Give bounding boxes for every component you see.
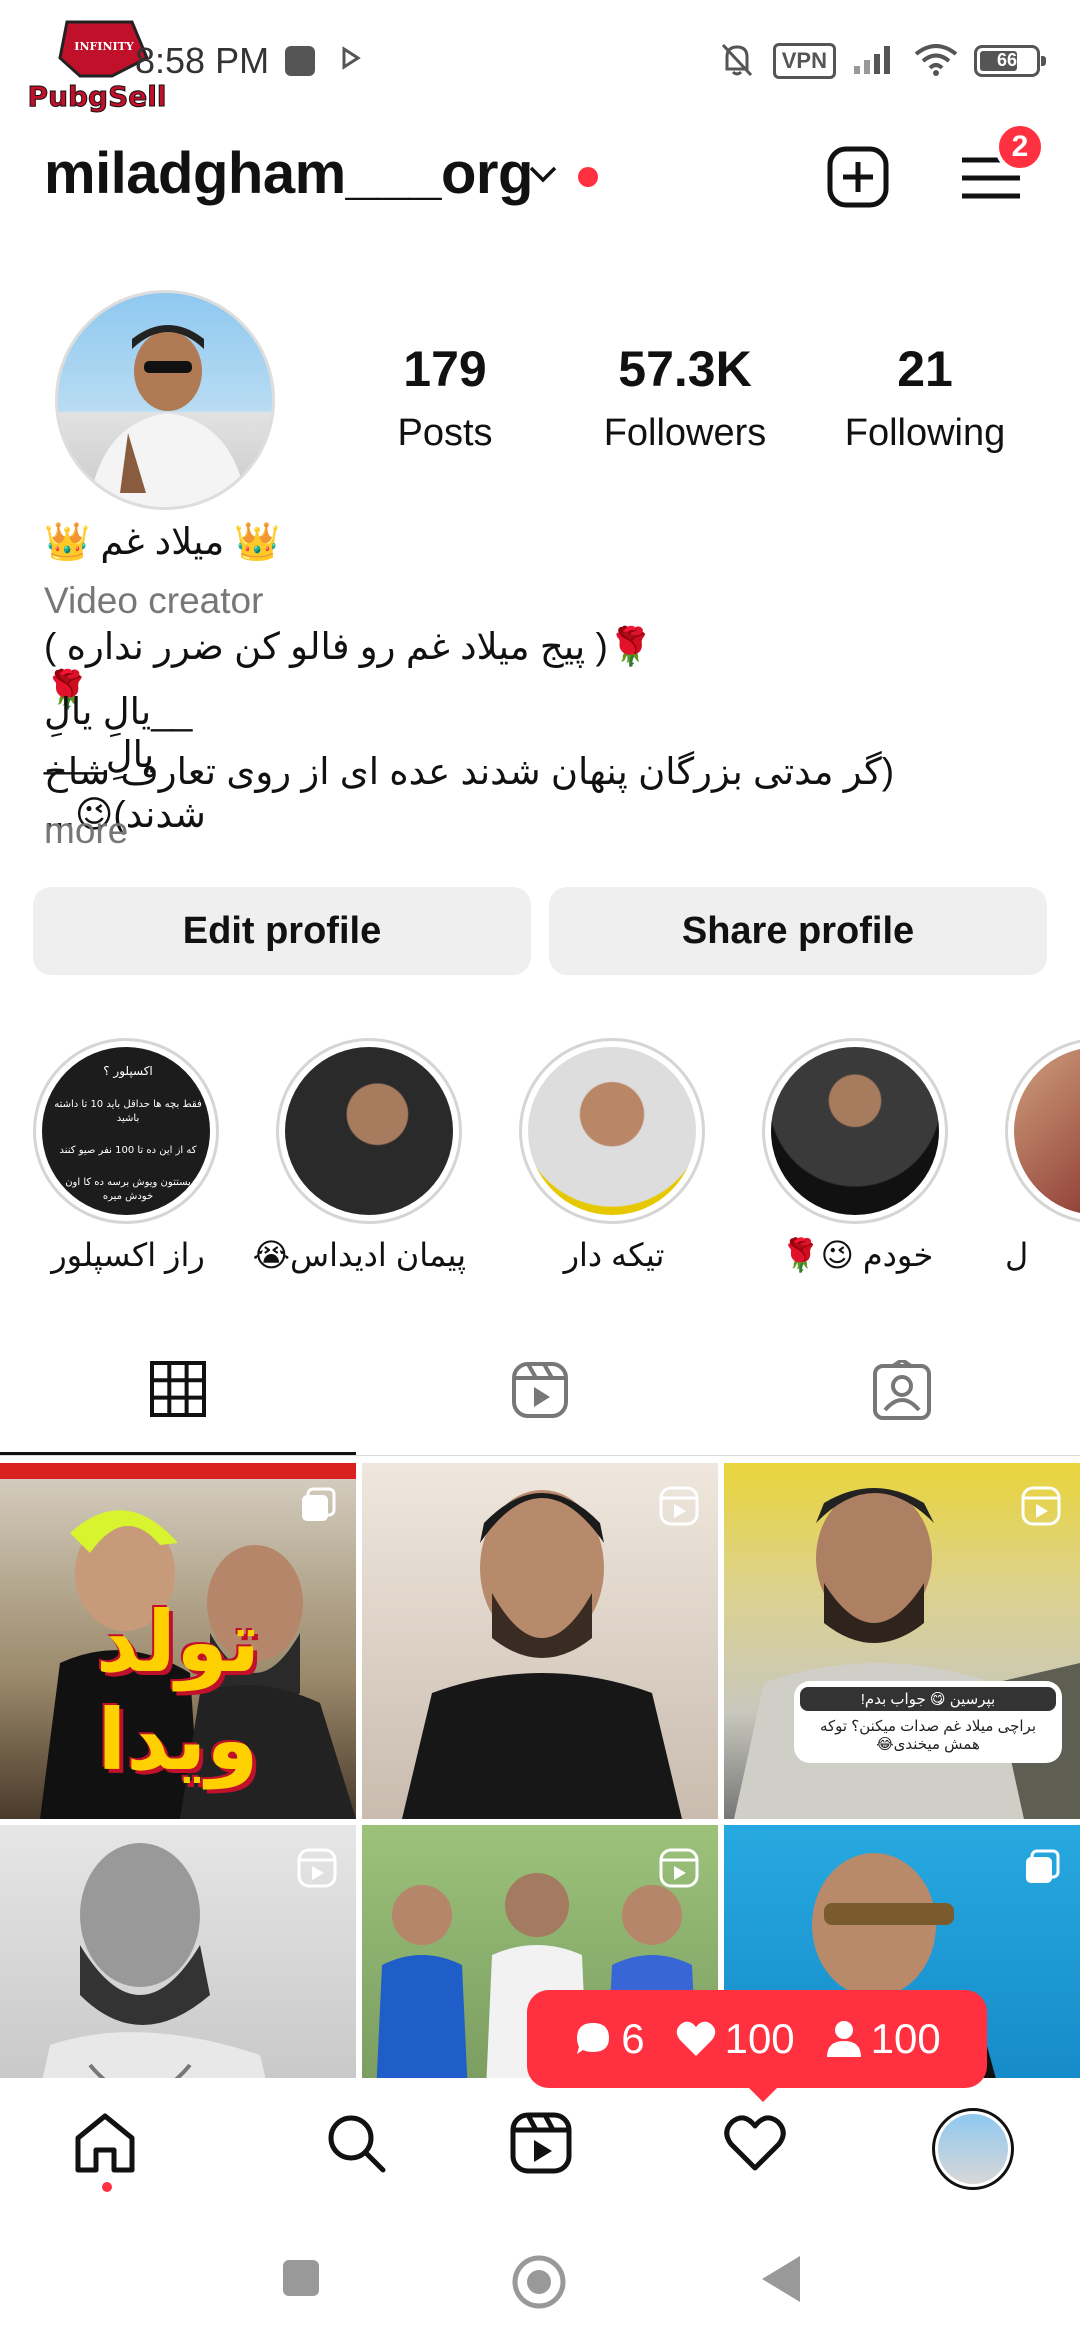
signal-icon xyxy=(852,42,898,81)
search-icon xyxy=(328,2115,386,2173)
question-sticker: بپرسین 😋 جواب بدم! براچی میلاد غم صدات م… xyxy=(794,1681,1062,1763)
comment-icon xyxy=(577,2023,610,2054)
recents-button[interactable] xyxy=(281,2258,321,2303)
reel-icon xyxy=(1020,1485,1062,1532)
battery-icon: 66 xyxy=(974,45,1046,77)
unread-dot xyxy=(578,167,598,187)
highlight-caption: تیکه دار xyxy=(563,1237,665,1273)
highlight-caption: پیمان ادیداس😭 xyxy=(252,1237,466,1273)
svg-text:اکسپلور ؟: اکسپلور ؟ xyxy=(103,1064,153,1079)
plus-square-icon xyxy=(827,146,889,208)
reel-icon xyxy=(658,1847,700,1894)
question-header: بپرسین 😋 جواب بدم! xyxy=(800,1687,1056,1711)
highlight-caption: خودم 😉🌹 xyxy=(780,1237,934,1273)
nav-activity[interactable] xyxy=(722,2110,788,2181)
more-link[interactable]: more xyxy=(44,810,1044,852)
back-button[interactable] xyxy=(758,2254,804,2309)
question-text: براچی میلاد غم صدات میکنن؟ توکه همش میخن… xyxy=(819,1718,1036,1753)
person-icon xyxy=(826,2021,861,2057)
highlight-item[interactable]: ل xyxy=(1005,1038,1080,1274)
system-navigation-bar xyxy=(0,2220,1080,2340)
tab-posts-grid[interactable] xyxy=(123,1360,233,1420)
svg-text:خودش میره: خودش میره xyxy=(103,1191,153,1202)
stat-posts[interactable]: 179 Posts xyxy=(330,340,560,455)
followers-label: Followers xyxy=(603,412,767,454)
svg-text:که از این ده تا 100 نفر صیو کن: که از این ده تا 100 نفر صیو کنند xyxy=(59,1145,196,1156)
nav-reels[interactable] xyxy=(508,2110,574,2181)
notification-badge: 2 xyxy=(995,122,1045,172)
heart-icon xyxy=(676,2021,715,2056)
likes-activity: 100 xyxy=(675,2015,795,2063)
avatar xyxy=(938,2114,1008,2184)
highlight-cover xyxy=(285,1047,453,1215)
highlight-cover: اکسپلور ؟ فقط بچه ها حداقل باید 10 تا دا… xyxy=(42,1047,210,1215)
multi-post-icon xyxy=(298,1485,338,1530)
play-store-icon xyxy=(340,46,362,75)
heart-icon xyxy=(724,2115,786,2171)
wifi-icon xyxy=(914,42,958,81)
home-button[interactable] xyxy=(511,2254,567,2315)
followers-count: 57.3K xyxy=(618,341,752,397)
posts-count: 179 xyxy=(403,341,487,397)
notification-square-icon xyxy=(285,46,315,76)
create-post-button[interactable] xyxy=(826,145,890,214)
status-time: 8:58 PM xyxy=(135,40,270,81)
highlight-cover xyxy=(771,1047,939,1215)
comments-activity: 6 xyxy=(573,2015,645,2063)
highlight-cover xyxy=(1014,1047,1080,1215)
following-count: 21 xyxy=(897,341,953,397)
grid-post[interactable] xyxy=(362,1463,718,1819)
reel-icon xyxy=(658,1485,700,1532)
grid-post[interactable]: بپرسین 😋 جواب بدم! براچی میلاد غم صدات م… xyxy=(724,1463,1080,1819)
svg-text:پستتون ویوش برسه ده کا اون: پستتون ویوش برسه ده کا اون xyxy=(65,1177,191,1188)
reels-icon xyxy=(510,2112,572,2174)
grid-icon xyxy=(150,1361,206,1417)
profile-avatar[interactable] xyxy=(55,290,275,510)
tab-divider xyxy=(0,1455,1080,1456)
notification-pointer xyxy=(745,2084,781,2102)
tagged-icon xyxy=(873,1360,931,1420)
highlight-caption: ل xyxy=(1005,1237,1029,1273)
display-name: 👑 میلاد غم 👑 xyxy=(44,521,281,562)
highlight-caption: راز اکسپلور xyxy=(51,1237,205,1273)
highlight-item[interactable]: پیمان ادیداس😭 xyxy=(252,1038,466,1274)
profile-username[interactable]: miladgham___org xyxy=(44,140,533,207)
highlight-item[interactable]: خودم 😉🌹 xyxy=(762,1038,952,1274)
home-active-dot xyxy=(102,2182,112,2192)
svg-text:فقط بچه ها حداقل باید 10 تا دا: فقط بچه ها حداقل باید 10 تا داشته xyxy=(54,1099,202,1110)
home-icon xyxy=(75,2113,135,2173)
reels-icon xyxy=(512,1362,568,1418)
chevron-down-icon[interactable] xyxy=(525,162,561,191)
bell-off-icon xyxy=(717,39,757,84)
svg-text:INFINITY: INFINITY xyxy=(74,40,134,53)
tab-tagged[interactable] xyxy=(847,1360,957,1420)
status-bar: INFINITY PubgSell 8:58 PM VPN 66 xyxy=(0,0,1080,120)
share-profile-button[interactable]: Share profile xyxy=(549,887,1047,975)
posts-label: Posts xyxy=(397,412,493,454)
post-overlay-text: تولد ویدا xyxy=(95,1595,261,1787)
highlight-cover xyxy=(528,1047,696,1215)
highlight-item[interactable]: اکسپلور ؟ فقط بچه ها حداقل باید 10 تا دا… xyxy=(33,1038,223,1274)
multi-post-icon xyxy=(1022,1847,1062,1892)
edit-profile-button[interactable]: Edit profile xyxy=(33,887,531,975)
highlight-item[interactable]: تیکه دار xyxy=(519,1038,709,1274)
activity-notification-bubble[interactable]: 6 100 100 xyxy=(527,1990,987,2088)
vpn-icon: VPN xyxy=(772,43,836,79)
svg-text:PubgSell: PubgSell xyxy=(28,80,167,113)
reel-icon xyxy=(296,1847,338,1894)
nav-profile[interactable] xyxy=(932,2108,1014,2190)
stat-followers[interactable]: 57.3K Followers xyxy=(570,340,800,455)
stat-following[interactable]: 21 Following xyxy=(810,340,1040,455)
followers-activity: 100 xyxy=(825,2015,941,2063)
status-icons: VPN 66 xyxy=(717,36,1046,86)
nav-search[interactable] xyxy=(323,2110,389,2181)
following-label: Following xyxy=(844,412,1006,454)
nav-home[interactable] xyxy=(72,2110,138,2181)
grid-post[interactable]: تولد ویدا xyxy=(0,1463,356,1819)
svg-text:باشید: باشید xyxy=(117,1113,139,1124)
profile-category: Video creator xyxy=(44,580,264,621)
tab-reels[interactable] xyxy=(485,1360,595,1420)
